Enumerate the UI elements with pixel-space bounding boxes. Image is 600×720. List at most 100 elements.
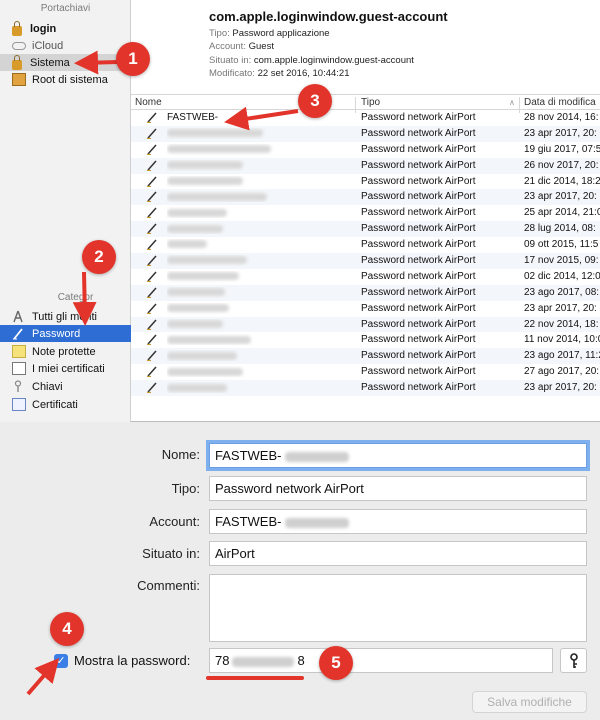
row-type: Password network AirPort [361, 223, 476, 235]
redacted-text [167, 208, 227, 217]
row-date: 17 nov 2015, 09: [524, 255, 599, 267]
sidebar-item-chiavi[interactable]: Chiavi [0, 378, 131, 395]
show-password-checkbox[interactable]: ✓ [54, 654, 68, 668]
note-icon [12, 345, 26, 358]
sort-chevron-icon: ∧ [509, 98, 515, 107]
row-name [167, 319, 353, 330]
row-name [167, 223, 353, 234]
password-pen-icon [147, 366, 159, 378]
redacted-text [167, 304, 229, 313]
sidebar-item-root-di-sistema[interactable]: Root di sistema [0, 71, 131, 88]
sidebar-item-note-protette[interactable]: Note protette [0, 343, 131, 360]
table-row[interactable]: Password network AirPort 27 ago 2017, 20: [131, 364, 600, 380]
column-header-tipo[interactable]: Tipo [361, 97, 380, 108]
table-row[interactable]: Password network AirPort 23 ago 2017, 11:… [131, 348, 600, 365]
row-name [167, 176, 353, 187]
row-type: Password network AirPort [361, 239, 476, 251]
categories-header: Categor [57, 292, 94, 303]
table-row[interactable]: Password network AirPort 25 apr 2014, 21:… [131, 205, 600, 221]
password-pen-icon [12, 327, 26, 340]
lock-icon [12, 54, 22, 70]
sidebar: Portachiavi login iCloud Sistema Root di… [0, 0, 131, 422]
items-table: Nome Tipo ∧ Data di modifica FASTWEB- Pas… [131, 94, 600, 397]
table-row[interactable]: Password network AirPort 23 ago 2017, 08: [131, 284, 600, 301]
tipo-field[interactable]: Password network AirPort [209, 476, 587, 501]
keychain-window: Portachiavi login iCloud Sistema Root di… [0, 0, 600, 422]
main-pane: com.apple.loginwindow.guest-account Tipo… [131, 0, 600, 422]
row-type: Password network AirPort [361, 112, 476, 123]
redacted-text [285, 517, 350, 528]
column-header-nome[interactable]: Nome [135, 97, 162, 108]
password-pen-icon [147, 350, 159, 362]
item-title: com.apple.loginwindow.guest-account [209, 9, 448, 24]
password-assistant-button[interactable] [560, 648, 587, 673]
redacted-text [167, 256, 247, 265]
row-date: 23 apr 2017, 20: [524, 127, 597, 139]
table-row[interactable]: Password network AirPort 26 nov 2017, 20: [131, 157, 600, 174]
row-type: Password network AirPort [361, 318, 476, 330]
row-name [167, 160, 353, 171]
row-type: Password network AirPort [361, 350, 476, 362]
password-pen-icon [147, 319, 159, 331]
row-name [167, 350, 353, 361]
table-row[interactable]: Password network AirPort 09 ott 2015, 11:… [131, 237, 600, 253]
redacted-text [167, 288, 225, 297]
tipo-label: Tipo: [171, 481, 200, 496]
annotation-badge-4: 4 [50, 612, 84, 646]
redacted-text [167, 192, 267, 201]
table-row[interactable]: FASTWEB- Password network AirPort 28 nov 2… [131, 110, 600, 126]
annotation-badge-1: 1 [116, 42, 150, 76]
row-date: 28 lug 2014, 08: [524, 223, 596, 235]
row-type: Password network AirPort [361, 159, 476, 171]
table-row[interactable]: Password network AirPort 28 lug 2014, 08: [131, 221, 600, 238]
sidebar-item-password[interactable]: Password [0, 325, 131, 342]
redacted-text [232, 656, 295, 667]
table-row[interactable]: Password network AirPort 19 giu 2017, 07:… [131, 142, 600, 158]
sidebar-item-miei-certificati[interactable]: I miei certificati [0, 360, 131, 377]
redacted-text [167, 367, 243, 376]
key-icon [12, 380, 26, 393]
column-header-data[interactable]: Data di modifica [524, 97, 596, 108]
table-row[interactable]: Password network AirPort 22 nov 2014, 18: [131, 316, 600, 333]
redacted-text [167, 335, 251, 344]
save-changes-button[interactable]: Salva modifiche [472, 691, 587, 713]
redacted-text [285, 451, 350, 462]
password-field[interactable]: 78 8 [209, 648, 553, 673]
table-row[interactable]: Password network AirPort 11 nov 2014, 10:… [131, 332, 600, 348]
row-date: 11 nov 2014, 10:0 [524, 334, 600, 346]
table-row[interactable]: Password network AirPort 17 nov 2015, 09: [131, 253, 600, 269]
item-account: Account: Guest [209, 41, 274, 52]
sidebar-item-login[interactable]: login [0, 20, 131, 37]
account-field[interactable]: FASTWEB- [209, 509, 587, 534]
table-row[interactable]: Password network AirPort 02 dic 2014, 12:… [131, 269, 600, 285]
row-date: 02 dic 2014, 12:0 [524, 270, 600, 282]
password-pen-icon [147, 287, 159, 299]
table-body: FASTWEB- Password network AirPort 28 nov 2… [131, 110, 600, 397]
redacted-text [167, 176, 243, 185]
sidebar-item-icloud[interactable]: iCloud [0, 37, 131, 54]
sidebar-item-tutti[interactable]: Tutti gli menti [0, 308, 131, 325]
sidebar-item-sistema[interactable]: Sistema [0, 54, 131, 71]
redacted-text [167, 145, 271, 154]
commenti-field[interactable] [209, 574, 587, 642]
sidebar-item-certificati[interactable]: Certificati [0, 396, 131, 413]
redacted-text [167, 129, 263, 138]
table-row[interactable]: Password network AirPort 23 apr 2017, 20: [131, 189, 600, 206]
table-row[interactable]: Password network AirPort 23 apr 2017, 20: [131, 301, 600, 317]
sidebar-item-label: Certificati [32, 398, 78, 411]
situato-field[interactable]: AirPort [209, 541, 587, 566]
password-pen-icon [147, 144, 159, 156]
sidebar-item-label: iCloud [32, 39, 64, 52]
row-type: Password network AirPort [361, 302, 476, 314]
row-type: Password network AirPort [361, 366, 476, 378]
table-row[interactable]: Password network AirPort 23 apr 2017, 20: [131, 125, 600, 142]
table-row[interactable]: Password network AirPort 23 apr 2017, 20: [131, 380, 600, 397]
certificate-icon [12, 362, 26, 375]
sidebar-item-label: login [30, 22, 57, 35]
table-row[interactable]: Password network AirPort 21 dic 2014, 18:… [131, 174, 600, 190]
row-name [167, 382, 353, 393]
row-type: Password network AirPort [361, 334, 476, 346]
row-name [167, 366, 353, 377]
row-name [167, 255, 353, 266]
nome-field[interactable]: FASTWEB- [209, 443, 587, 468]
